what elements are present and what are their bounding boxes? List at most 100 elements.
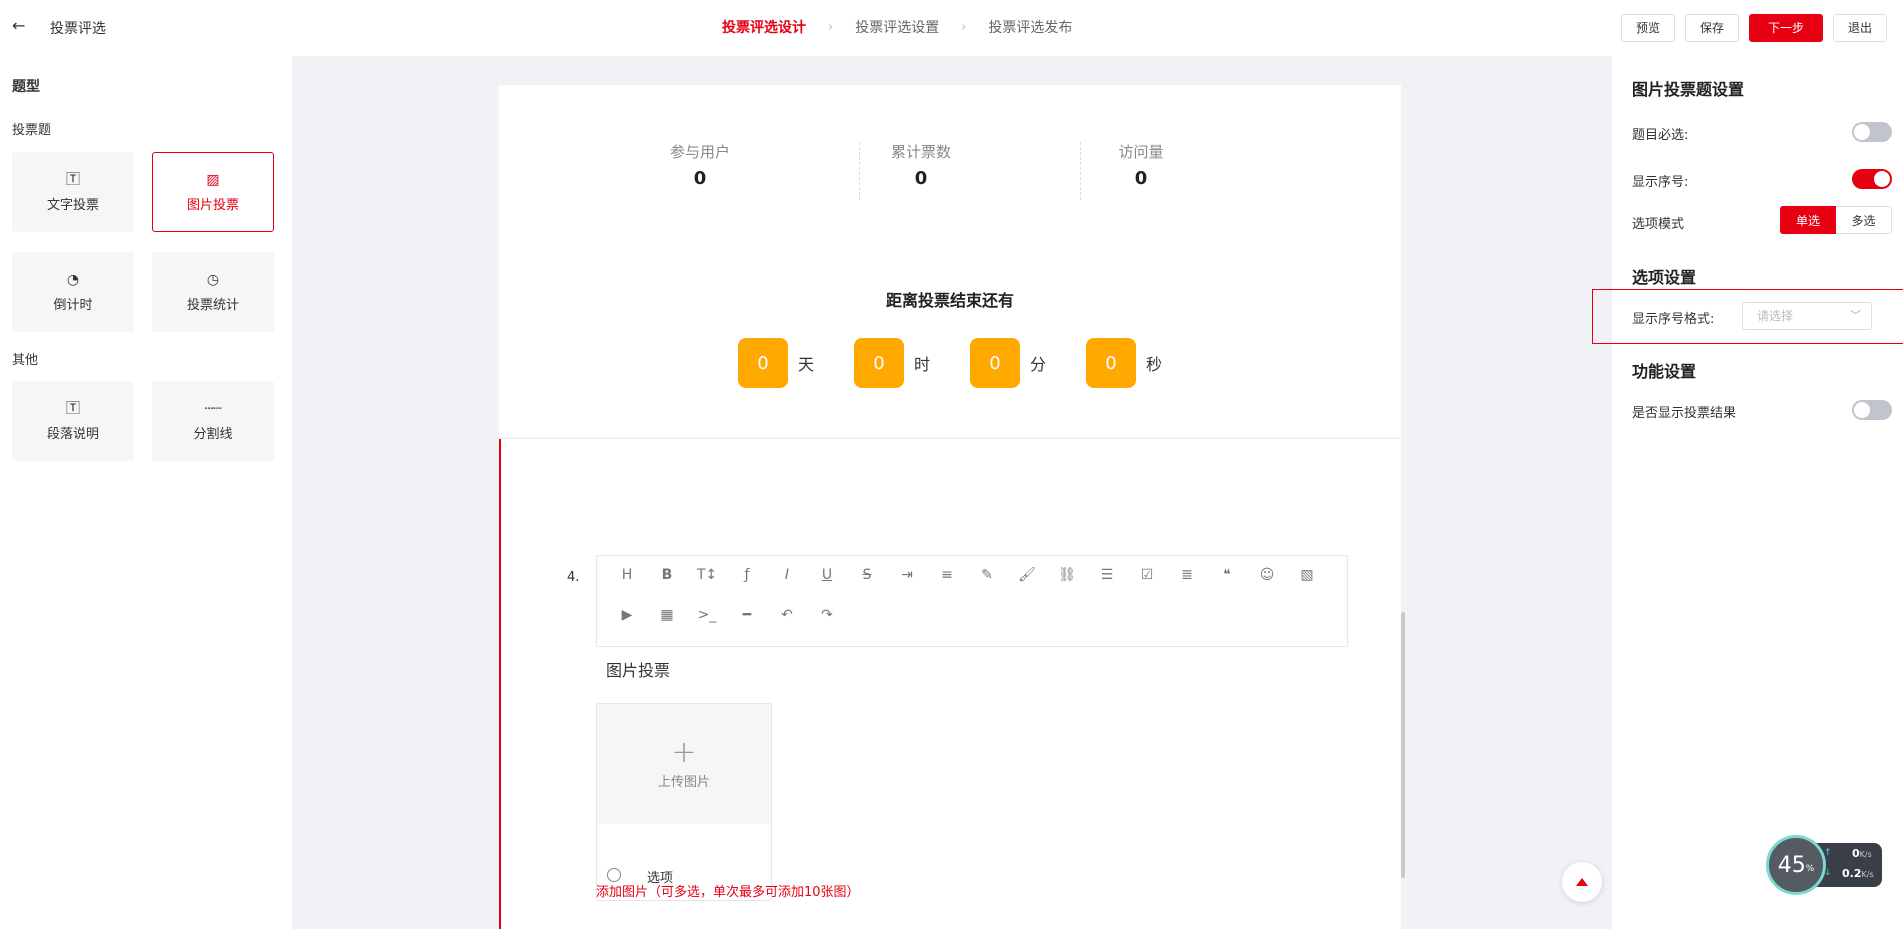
save-button[interactable]: 保存	[1684, 14, 1739, 42]
video-icon[interactable]: ▶	[607, 604, 647, 626]
tile-vote-stats[interactable]: ◷ 投票统计	[152, 252, 274, 332]
show-index-toggle[interactable]	[1852, 169, 1892, 189]
download-value: 0.2	[1842, 867, 1862, 880]
download-unit: K/s	[1861, 870, 1874, 879]
upload-speed: 0K/s	[1852, 847, 1872, 860]
align-icon[interactable]: ≣	[1167, 564, 1207, 586]
image-icon[interactable]: ▧	[1287, 564, 1327, 586]
option-mode-segmented: 单选 多选	[1780, 206, 1892, 234]
italic-icon[interactable]: I	[767, 564, 807, 586]
index-format-label: 显示序号格式:	[1632, 312, 1715, 327]
stat-value: 0	[914, 168, 928, 189]
image-vote-question-card[interactable]: 4. H B T↕ ƒ I U S ⇥ ≡ ✎ 🖌 ⛓ ☰ ☑ ≣ ❝ ☺ ▧	[499, 439, 1401, 929]
font-family-icon[interactable]: ƒ	[727, 564, 767, 586]
percent-unit: %	[1805, 864, 1815, 874]
emoji-icon[interactable]: ☺	[1247, 564, 1287, 586]
add-image-link[interactable]: 添加图片（可多选，单次最多可添加10张图）	[596, 881, 860, 900]
question-number: 4.	[567, 570, 580, 585]
code-icon[interactable]: >_	[687, 604, 727, 626]
upload-value: 0	[1852, 847, 1860, 860]
countdown-unit: 分	[1030, 355, 1047, 374]
canvas-scrollbar[interactable]	[1401, 612, 1405, 878]
image-vote-icon: ▨	[206, 171, 220, 188]
stat-label: 参与用户	[669, 143, 730, 161]
app-title: 投票评选	[50, 21, 106, 37]
tile-divider[interactable]: ┄┄ 分割线	[152, 381, 274, 461]
show-result-label: 是否显示投票结果	[1632, 406, 1737, 421]
tile-text-vote[interactable]: 🅃 文字投票	[12, 152, 134, 232]
background-color-icon[interactable]: 🖌	[1007, 564, 1047, 586]
network-speed-widget[interactable]: 45% ↑ 0K/s ↓ 0.2K/s	[1766, 835, 1884, 895]
show-result-toggle[interactable]	[1852, 400, 1892, 420]
redo-icon[interactable]: ↷	[807, 604, 847, 626]
preview-button[interactable]: 预览	[1620, 14, 1675, 42]
bold-icon[interactable]: B	[647, 564, 687, 586]
step-design[interactable]: 投票评选设计	[722, 17, 806, 37]
back-arrow-icon[interactable]: ←	[12, 16, 25, 35]
tile-countdown[interactable]: ◔ 倒计时	[12, 252, 134, 332]
table-icon[interactable]: ▦	[647, 604, 687, 626]
upload-arrow-icon: ↑	[1824, 848, 1832, 858]
chevron-down-icon: ﹀	[1850, 309, 1861, 322]
todo-icon[interactable]: ☑	[1127, 564, 1167, 586]
stat-participants: 参与用户 0	[590, 141, 810, 189]
pie-chart-icon: ◷	[206, 271, 220, 288]
editor-toolbar-row: ▶ ▦ >_ ━ ↶ ↷	[607, 604, 847, 626]
question-text[interactable]: 图片投票	[606, 657, 670, 681]
timer-icon: ◔	[66, 271, 80, 288]
text-color-icon[interactable]: ✎	[967, 564, 1007, 586]
tile-paragraph[interactable]: 🅃 段落说明	[12, 381, 134, 461]
divider-icon: ┄┄	[204, 400, 222, 417]
rich-text-editor[interactable]: H B T↕ ƒ I U S ⇥ ≡ ✎ 🖌 ⛓ ☰ ☑ ≣ ❝ ☺ ▧ ▶ ▦…	[596, 555, 1348, 647]
list-icon[interactable]: ☰	[1087, 564, 1127, 586]
editor-toolbar-row: H B T↕ ƒ I U S ⇥ ≡ ✎ 🖌 ⛓ ☰ ☑ ≣ ❝ ☺ ▧	[607, 564, 1327, 586]
stat-value: 0	[1134, 168, 1148, 189]
step-publish[interactable]: 投票评选发布	[988, 17, 1072, 37]
next-step-button[interactable]: 下一步	[1748, 14, 1823, 42]
stat-label: 累计票数	[890, 143, 951, 161]
line-height-icon[interactable]: ≡	[927, 564, 967, 586]
exit-button[interactable]: 退出	[1832, 14, 1887, 42]
top-header: ← 投票评选 投票评选设计 › 投票评选设置 › 投票评选发布 预览 保存 下一…	[0, 0, 1903, 56]
link-icon[interactable]: ⛓	[1047, 564, 1087, 586]
function-settings-title: 功能设置	[1632, 362, 1697, 381]
sidebar-title: 题型	[12, 79, 40, 95]
section-other-title: 其他	[12, 353, 39, 368]
cpu-percent-gauge: 45%	[1766, 835, 1826, 895]
select-placeholder: 请选择	[1757, 309, 1794, 323]
tile-label: 倒计时	[53, 297, 93, 313]
countdown-minutes: 0	[970, 338, 1020, 388]
upload-image-area[interactable]: + 上传图片	[597, 704, 771, 824]
tile-label: 分割线	[193, 426, 233, 442]
download-speed: 0.2K/s	[1842, 867, 1874, 880]
stats-countdown-card[interactable]: 参与用户 0 累计票数 0 访问量 0 距离投票结束还有 0 天 0 时 0 分…	[499, 85, 1401, 437]
strikethrough-icon[interactable]: S	[847, 564, 887, 586]
header-actions: 预览 保存 下一步 退出	[1620, 14, 1887, 42]
quote-icon[interactable]: ❝	[1207, 564, 1247, 586]
required-toggle[interactable]	[1852, 122, 1892, 142]
image-option-card: + 上传图片 选项	[596, 703, 772, 901]
countdown-unit: 天	[798, 355, 815, 374]
heading-icon[interactable]: H	[607, 564, 647, 586]
underline-icon[interactable]: U	[807, 564, 847, 586]
horizontal-rule-icon[interactable]: ━	[727, 604, 767, 626]
countdown-unit: 秒	[1146, 355, 1163, 374]
index-format-select[interactable]: 请选择 ﹀	[1742, 302, 1872, 330]
upload-label: 上传图片	[657, 774, 710, 790]
panel-title: 图片投票题设置	[1632, 80, 1745, 99]
font-size-icon[interactable]: T↕	[687, 564, 727, 586]
show-index-label: 显示序号:	[1632, 175, 1689, 190]
mode-single-button[interactable]: 单选	[1780, 206, 1836, 234]
plus-icon: +	[671, 734, 697, 770]
chevron-right-icon: ›	[828, 19, 834, 35]
chevron-right-icon: ›	[961, 19, 967, 35]
indent-icon[interactable]: ⇥	[887, 564, 927, 586]
undo-icon[interactable]: ↶	[767, 604, 807, 626]
mode-multi-button[interactable]: 多选	[1836, 206, 1892, 234]
countdown-unit: 时	[914, 355, 931, 374]
back-to-top-button[interactable]	[1562, 862, 1602, 902]
option-radio[interactable]	[607, 868, 621, 882]
stat-label: 访问量	[1118, 143, 1164, 161]
step-settings[interactable]: 投票评选设置	[855, 17, 939, 37]
tile-image-vote[interactable]: ▨ 图片投票	[152, 152, 274, 232]
